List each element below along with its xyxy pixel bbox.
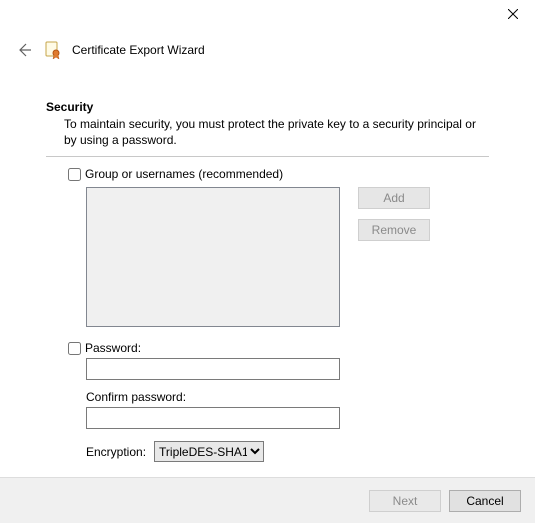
back-button[interactable] xyxy=(14,40,34,60)
group-usernames-area: Add Remove xyxy=(46,187,489,327)
content-area: Security To maintain security, you must … xyxy=(0,60,535,462)
password-block: Password: xyxy=(46,341,489,380)
divider xyxy=(46,156,489,157)
group-usernames-checkbox[interactable] xyxy=(68,168,81,181)
group-usernames-label: Group or usernames (recommended) xyxy=(85,167,283,181)
section-title: Security xyxy=(46,100,489,114)
group-usernames-row: Group or usernames (recommended) xyxy=(46,167,489,181)
wizard-header: Certificate Export Wizard xyxy=(0,32,535,60)
password-input[interactable] xyxy=(86,358,340,380)
footer: Next Cancel xyxy=(0,477,535,523)
remove-button[interactable]: Remove xyxy=(358,219,430,241)
next-button[interactable]: Next xyxy=(369,490,441,512)
certificate-icon xyxy=(44,41,62,59)
cancel-button[interactable]: Cancel xyxy=(449,490,521,512)
titlebar xyxy=(0,0,535,32)
password-checkbox[interactable] xyxy=(68,342,81,355)
section-description: To maintain security, you must protect t… xyxy=(46,116,489,148)
group-usernames-listbox[interactable] xyxy=(86,187,340,327)
encryption-row: Encryption: TripleDES-SHA1 xyxy=(46,441,489,462)
close-button[interactable] xyxy=(490,0,535,28)
wizard-title: Certificate Export Wizard xyxy=(72,43,205,57)
confirm-password-block: Confirm password: xyxy=(46,390,489,429)
confirm-password-input[interactable] xyxy=(86,407,340,429)
password-label: Password: xyxy=(85,341,141,355)
arrow-left-icon xyxy=(16,42,32,58)
encryption-select[interactable]: TripleDES-SHA1 xyxy=(154,441,264,462)
add-button[interactable]: Add xyxy=(358,187,430,209)
encryption-label: Encryption: xyxy=(86,445,146,459)
close-icon xyxy=(508,9,518,19)
group-usernames-buttons: Add Remove xyxy=(358,187,430,327)
confirm-password-label: Confirm password: xyxy=(86,390,186,404)
